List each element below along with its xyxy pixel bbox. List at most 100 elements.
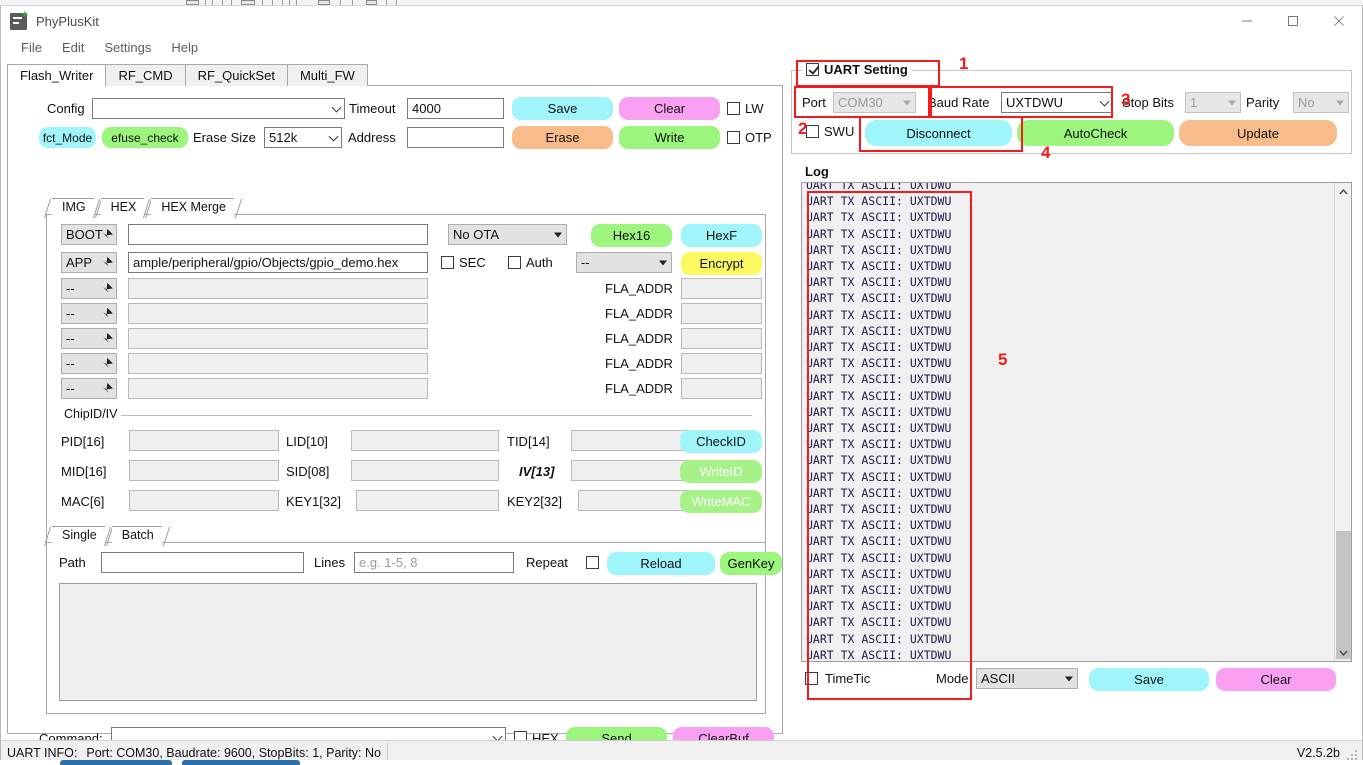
write-button[interactable]: Write <box>619 126 720 149</box>
pid-label: PID[16] <box>61 434 105 449</box>
update-button[interactable]: Update <box>1179 120 1337 146</box>
extra-path-input-4[interactable] <box>128 353 428 374</box>
mid-label: MID[16] <box>61 464 107 479</box>
ota-select[interactable]: No OTA <box>448 224 567 245</box>
scroll-up-icon[interactable] <box>1335 183 1351 200</box>
writemac-button[interactable]: WriteMAC <box>680 490 762 513</box>
fla-addr-input-4[interactable] <box>681 353 762 374</box>
address-input[interactable] <box>407 127 504 148</box>
mid-input[interactable] <box>129 460 279 481</box>
save-config-button[interactable]: Save <box>512 97 613 120</box>
fla-addr-input-2[interactable] <box>681 303 762 324</box>
uart-setting-checkbox[interactable] <box>806 63 819 76</box>
port-select[interactable]: COM30 <box>833 92 916 113</box>
erase-button[interactable]: Erase <box>512 126 613 149</box>
app-window: + PhyPlusKit File Edit Settings Help Fla… <box>0 5 1363 765</box>
menu-item-help[interactable]: Help <box>161 38 208 57</box>
reload-button[interactable]: Reload <box>607 552 715 575</box>
otp-checkbox[interactable] <box>727 131 740 144</box>
batch-list[interactable] <box>59 583 757 701</box>
erase-size-select[interactable]: 512k <box>264 127 342 148</box>
annotation-number-5: 5 <box>998 350 1008 369</box>
annotation-number-3: 3 <box>1121 90 1131 109</box>
writeid-button[interactable]: WriteID <box>680 460 762 483</box>
auth-checkbox[interactable] <box>508 256 521 269</box>
sec-checkbox[interactable] <box>441 256 454 269</box>
sid-input[interactable] <box>351 460 499 481</box>
extra-path-input-3[interactable] <box>128 328 428 349</box>
batch-lines-input[interactable] <box>354 552 514 573</box>
lines-label: Lines <box>314 555 346 570</box>
window-controls <box>1224 6 1362 36</box>
minimize-icon[interactable] <box>1224 6 1270 36</box>
genkey-button[interactable]: GenKey <box>720 552 782 575</box>
subtab-batch[interactable]: Batch <box>103 526 170 546</box>
lid-input[interactable] <box>351 430 499 451</box>
key1-input[interactable] <box>356 490 499 511</box>
clear-config-button[interactable]: Clear <box>619 97 720 120</box>
app-path-input[interactable] <box>128 252 428 273</box>
extra-type-select-4[interactable]: -- <box>61 353 117 374</box>
extra-path-input-2[interactable] <box>128 303 428 324</box>
app-type-select[interactable]: APP <box>61 252 117 273</box>
extra-type-select-2[interactable]: -- <box>61 303 117 324</box>
hexf-button[interactable]: HexF <box>681 224 762 247</box>
menu-item-file[interactable]: File <box>11 38 52 57</box>
swu-checkbox[interactable] <box>806 125 819 138</box>
menu-item-edit[interactable]: Edit <box>52 38 94 57</box>
encrypt-mode-select[interactable]: -- <box>576 252 672 273</box>
timetic-checkbox[interactable] <box>805 672 818 685</box>
tab-multi-fw[interactable]: Multi_FW <box>286 64 368 86</box>
fla-addr-input-1[interactable] <box>681 278 762 299</box>
config-select[interactable] <box>92 98 345 119</box>
subtab-hex[interactable]: HEX <box>92 198 153 218</box>
status-version: V2.5.2b <box>1296 745 1340 760</box>
boot-type-select[interactable]: BOOT <box>61 224 117 245</box>
stopbits-select[interactable]: 1 <box>1185 92 1241 113</box>
fla-addr-input-5[interactable] <box>681 378 762 399</box>
tab-rf-cmd[interactable]: RF_CMD <box>105 64 186 86</box>
repeat-checkbox[interactable] <box>586 556 599 569</box>
encrypt-button[interactable]: Encrypt <box>681 252 762 275</box>
menu-item-settings[interactable]: Settings <box>94 38 161 57</box>
subtab-hex-merge[interactable]: HEX Merge <box>143 198 243 218</box>
extra-type-select-5[interactable]: -- <box>61 378 117 399</box>
disconnect-button[interactable]: Disconnect <box>865 120 1012 146</box>
mode-select[interactable]: ASCII <box>976 668 1078 689</box>
pid-input[interactable] <box>129 430 279 451</box>
baud-select[interactable]: UXTDWU <box>1001 92 1113 113</box>
extra-type-select-1[interactable]: -- <box>61 278 117 299</box>
lw-checkbox[interactable] <box>727 102 740 115</box>
port-label: Port <box>802 95 826 110</box>
log-clear-button[interactable]: Clear <box>1216 668 1336 691</box>
otp-label: OTP <box>745 130 772 145</box>
subtab-img[interactable]: IMG <box>43 198 102 218</box>
tab-rf-quickset[interactable]: RF_QuickSet <box>184 64 288 86</box>
extra-path-input-1[interactable] <box>128 278 428 299</box>
timeout-input[interactable] <box>407 98 504 119</box>
mac-input[interactable] <box>129 490 279 511</box>
log-output[interactable]: UART TX ASCII: UXTDWU UART TX ASCII: UXT… <box>801 182 1352 662</box>
hex16-button[interactable]: Hex16 <box>591 224 672 247</box>
tab-flash-writer[interactable]: Flash_Writer <box>7 64 107 86</box>
extra-path-input-5[interactable] <box>128 378 428 399</box>
maximize-icon[interactable] <box>1270 6 1316 36</box>
fct-mode-button[interactable]: fct_Mode <box>39 127 96 148</box>
checkid-button[interactable]: CheckID <box>680 430 762 453</box>
extra-type-select-3[interactable]: -- <box>61 328 117 349</box>
auth-label: Auth <box>526 255 553 270</box>
efuse-check-button[interactable]: efuse_check <box>102 127 188 148</box>
scroll-thumb[interactable] <box>1336 531 1351 659</box>
log-scrollbar[interactable] <box>1334 183 1351 661</box>
boot-path-input[interactable] <box>128 224 428 245</box>
close-icon[interactable] <box>1316 6 1362 36</box>
subtab-single[interactable]: Single <box>43 526 113 546</box>
extra-type-value-4: -- <box>66 356 75 371</box>
parity-select[interactable]: No <box>1293 92 1349 113</box>
log-save-button[interactable]: Save <box>1089 668 1209 691</box>
fla-addr-input-3[interactable] <box>681 328 762 349</box>
main-tabstrip: Flash_Writer RF_CMD RF_QuickSet Multi_FW <box>7 64 783 86</box>
chipid-group-title: ChipID/IV <box>61 407 121 421</box>
batch-path-input[interactable] <box>101 552 304 573</box>
scroll-down-icon[interactable] <box>1335 644 1351 661</box>
